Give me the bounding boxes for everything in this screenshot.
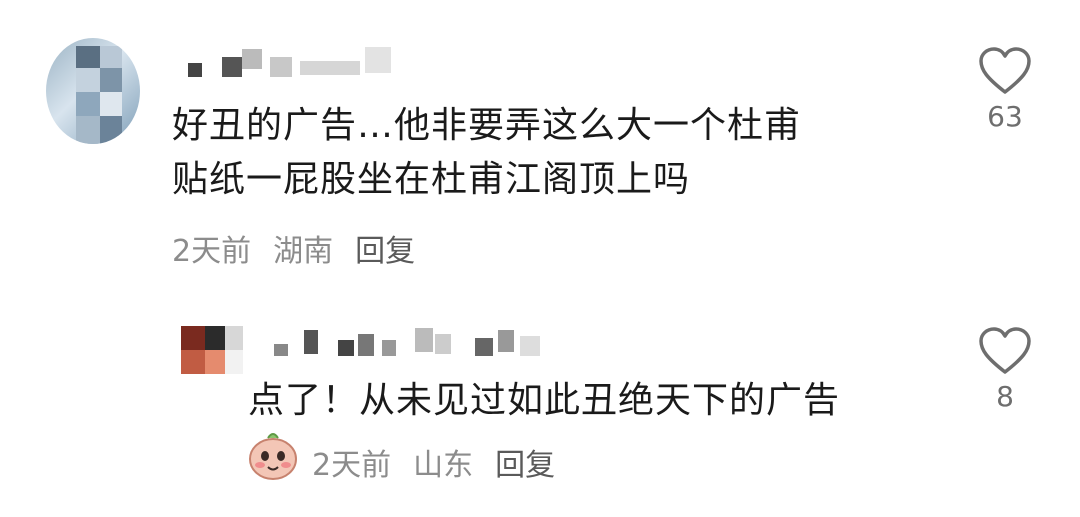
reply-button[interactable]: 回复 [495,448,555,483]
comment-time: 2天前 [172,234,252,269]
username-blurred[interactable] [180,45,400,77]
heart-outline-icon [979,327,1031,374]
like-button[interactable]: 8 [970,326,1040,413]
like-count: 8 [996,380,1014,413]
comment-text: 好丑的广告…他非要弄这么大一个杜甫 贴纸一屁股坐在杜甫江阁顶上吗 [172,105,802,200]
avatar[interactable] [46,38,140,144]
comment-location: 湖南 [273,234,334,269]
like-count: 63 [987,100,1023,133]
reply-button[interactable]: 回复 [355,234,415,269]
like-button[interactable]: 63 [970,46,1040,133]
comment-meta: 2天前 山东 回复 [312,440,577,484]
face-sticker-icon [246,428,300,482]
avatar[interactable] [181,326,243,374]
username-blurred[interactable] [270,326,560,358]
comment-time: 2天前 [312,448,392,483]
comment-meta: 2天前 湖南 回复 [172,226,437,270]
comment-text: 点了！从未见过如此丑绝天下的广告 [248,380,841,421]
heart-outline-icon [979,47,1031,94]
comment-location: 山东 [413,448,474,483]
